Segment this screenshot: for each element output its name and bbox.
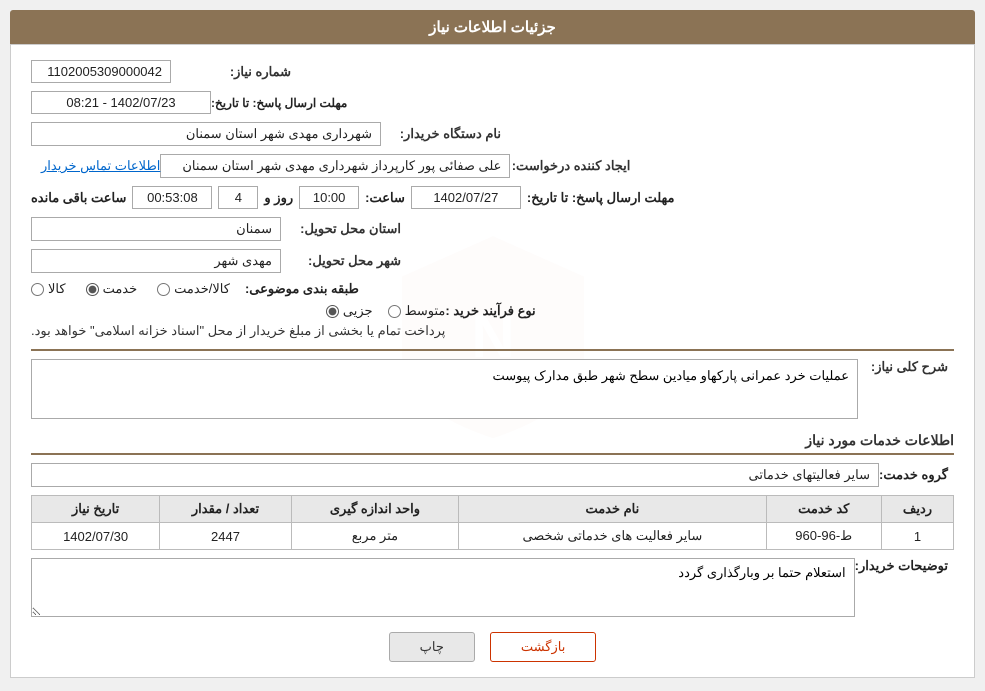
category-khedmat-label: خدمت: [103, 281, 138, 297]
process-jozi-label: جزیی: [343, 303, 373, 319]
col-quantity: تعداد / مقدار: [160, 496, 292, 523]
table-cell-unit: متر مربع: [291, 523, 458, 550]
process-label: نوع فرآیند خرید :: [445, 303, 535, 319]
process-motaset[interactable]: متوسط: [388, 303, 446, 319]
deadline-date: 1402/07/27: [411, 186, 521, 209]
category-khedmat-radio[interactable]: [86, 283, 99, 296]
category-kala[interactable]: کالا: [31, 281, 66, 297]
process-jozi-radio[interactable]: [326, 305, 339, 318]
page-header: جزئیات اطلاعات نیاز: [10, 10, 975, 44]
need-number-value: 1102005309000042: [31, 60, 171, 83]
col-date: تاریخ نیاز: [32, 496, 160, 523]
deadline-row: مهلت ارسال پاسخ: تا تاریخ: 1402/07/27 سا…: [31, 186, 954, 209]
days-label: روز و: [264, 190, 293, 206]
category-kala-khedmat-label: کالا/خدمت: [174, 281, 230, 297]
province-value: سمنان: [31, 217, 281, 241]
city-value: مهدی شهر: [31, 249, 281, 273]
creator-value: علی صفائی پور کارپرداز شهرداری مهدی شهر …: [160, 154, 510, 178]
services-title: اطلاعات خدمات مورد نیاز: [31, 432, 954, 455]
main-card: N ana der شماره نیاز: 1102005309000042 م…: [10, 44, 975, 678]
table-cell-date: 1402/07/30: [32, 523, 160, 550]
general-desc-label: شرح کلی نیاز:: [858, 359, 948, 375]
back-button[interactable]: بازگشت: [490, 632, 596, 662]
table-cell-quantity: 2447: [160, 523, 292, 550]
need-number-label: شماره نیاز:: [171, 64, 291, 80]
countdown-value: 00:53:08: [132, 186, 212, 209]
print-button[interactable]: چاپ: [389, 632, 475, 662]
category-row: طبقه بندی موضوعی: کالا/خدمت خدمت کالا: [31, 281, 954, 297]
city-row: شهر محل تحویل: مهدی شهر: [31, 249, 954, 273]
table-cell-code: ط-96-960: [766, 523, 881, 550]
province-row: استان محل تحویل: سمنان: [31, 217, 954, 241]
table-row: 1ط-96-960سایر فعالیت های خدماتی شخصیمتر …: [32, 523, 954, 550]
group-row: گروه خدمت: سایر فعالیتهای خدماتی: [31, 463, 954, 487]
services-section: اطلاعات خدمات مورد نیاز گروه خدمت: سایر …: [31, 432, 954, 550]
buyer-desc-textarea[interactable]: [31, 558, 855, 617]
category-kala-label: کالا: [48, 281, 66, 297]
buyer-desc-row: توضیحات خریدار:: [31, 558, 954, 617]
buyer-org-label: نام دستگاه خریدار:: [381, 126, 501, 142]
page-title: جزئیات اطلاعات نیاز: [429, 19, 556, 36]
countdown-label: ساعت باقی مانده: [31, 190, 126, 206]
btn-row: بازگشت چاپ: [31, 632, 954, 662]
table-cell-name: سایر فعالیت های خدماتی شخصی: [459, 523, 766, 550]
category-kala-khedmat[interactable]: کالا/خدمت: [157, 281, 230, 297]
creator-label: ایجاد کننده درخواست:: [510, 158, 630, 174]
deadline-days: 4: [218, 186, 258, 209]
col-unit: واحد اندازه گیری: [291, 496, 458, 523]
col-name: نام خدمت: [459, 496, 766, 523]
deadline-label: مهلت ارسال پاسخ: تا تاریخ:: [527, 190, 675, 206]
category-options: کالا/خدمت خدمت کالا: [31, 281, 230, 297]
buyer-desc-label: توضیحات خریدار:: [855, 558, 948, 574]
process-motaset-label: متوسط: [405, 303, 446, 319]
section-divider-1: [31, 349, 954, 351]
contact-link[interactable]: اطلاعات تماس خریدار: [41, 158, 160, 174]
datetime-label: مهلت ارسال پاسخ: تا تاریخ:: [211, 96, 347, 110]
buyer-org-value: شهرداری مهدی شهر استان سمنان: [31, 122, 381, 146]
group-value: سایر فعالیتهای خدماتی: [31, 463, 879, 487]
process-text: پرداخت تمام یا بخشی از مبلغ خریدار از مح…: [31, 323, 445, 339]
general-desc-row: شرح کلی نیاز:: [31, 359, 954, 422]
content: شماره نیاز: 1102005309000042 مهلت ارسال …: [31, 60, 954, 662]
category-label: طبقه بندی موضوعی:: [245, 281, 359, 297]
group-label: گروه خدمت:: [879, 467, 948, 483]
process-row: نوع فرآیند خرید : متوسط جزیی پرداخت تمام…: [31, 303, 954, 339]
datetime-value: 1402/07/23 - 08:21: [31, 91, 211, 114]
table-cell-index: 1: [881, 523, 953, 550]
need-number-row: شماره نیاز: 1102005309000042: [31, 60, 954, 83]
creator-row: ایجاد کننده درخواست: علی صفائی پور کارپر…: [31, 154, 954, 178]
col-code: کد خدمت: [766, 496, 881, 523]
category-khedmat[interactable]: خدمت: [86, 281, 138, 297]
city-label: شهر محل تحویل:: [281, 253, 401, 269]
general-desc-textarea[interactable]: [31, 359, 858, 419]
category-kala-radio[interactable]: [31, 283, 44, 296]
process-motaset-radio[interactable]: [388, 305, 401, 318]
category-kala-khedmat-radio[interactable]: [157, 283, 170, 296]
page-wrapper: جزئیات اطلاعات نیاز N ana der شماره نیاز…: [0, 0, 985, 691]
services-table: ردیف کد خدمت نام خدمت واحد اندازه گیری ت…: [31, 495, 954, 550]
deadline-time: 10:00: [299, 186, 359, 209]
col-index: ردیف: [881, 496, 953, 523]
time-label: ساعت:: [365, 190, 405, 206]
buyer-org-row: نام دستگاه خریدار: شهرداری مهدی شهر استا…: [31, 122, 954, 146]
datetime-row: مهلت ارسال پاسخ: تا تاریخ: 1402/07/23 - …: [31, 91, 954, 114]
province-label: استان محل تحویل:: [281, 221, 401, 237]
process-content: متوسط جزیی پرداخت تمام یا بخشی از مبلغ خ…: [31, 303, 445, 339]
general-desc-container: [31, 359, 858, 422]
process-radio-group: متوسط جزیی: [31, 303, 445, 319]
process-jozi[interactable]: جزیی: [326, 303, 373, 319]
